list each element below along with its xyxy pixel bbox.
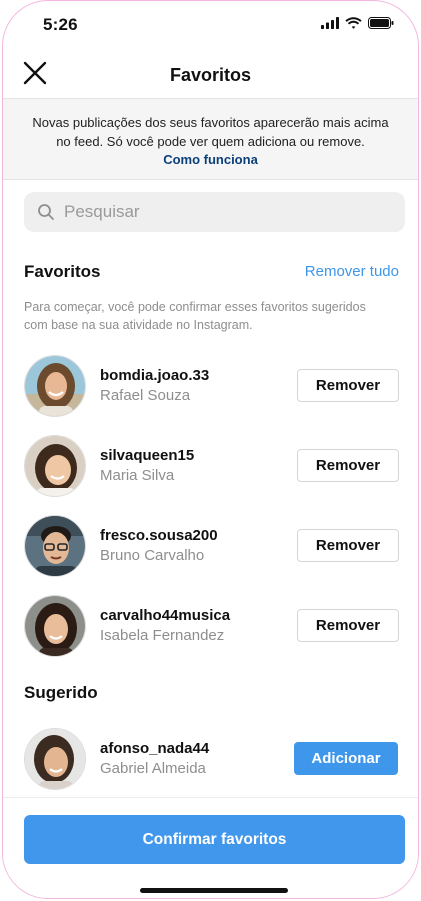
remove-button[interactable]: Remover [297, 369, 399, 402]
favorite-row[interactable]: carvalho44musica Isabela Fernandez Remov… [3, 595, 418, 659]
notice-text: Novas publicações dos seus favoritos apa… [32, 115, 389, 149]
avatar[interactable] [24, 355, 86, 417]
add-button[interactable]: Adicionar [294, 742, 398, 775]
username: fresco.sousa200 [100, 527, 218, 544]
avatar[interactable] [24, 595, 86, 657]
favorite-row[interactable]: bomdia.joao.33 Rafael Souza Remover [3, 355, 418, 419]
full-name: Rafael Souza [100, 387, 191, 404]
avatar[interactable] [24, 515, 86, 577]
status-bar: 5:26 [3, 1, 418, 45]
page-title: Favoritos [169, 65, 252, 85]
wifi-icon [345, 17, 362, 29]
how-it-works-link[interactable]: Como funciona [31, 152, 390, 167]
favorites-heading: Favoritos [24, 262, 101, 281]
status-icons [321, 17, 394, 29]
username: carvalho44musica [100, 607, 231, 624]
search-icon [38, 204, 54, 220]
full-name: Isabela Fernandez [100, 627, 225, 644]
suggested-heading: Sugerido [24, 683, 98, 702]
suggested-row[interactable]: afonso_nada44 Gabriel Almeida Adicionar [3, 728, 418, 792]
battery-icon [368, 17, 394, 29]
avatar[interactable] [24, 728, 86, 790]
full-name: Maria Silva [100, 467, 175, 484]
avatar[interactable] [24, 435, 86, 497]
info-notice: Novas publicações dos seus favoritos apa… [3, 98, 418, 180]
search-bar [24, 192, 405, 232]
header: Favoritos [3, 45, 418, 99]
full-name: Bruno Carvalho [100, 547, 205, 564]
signal-icon [321, 17, 339, 29]
username: afonso_nada44 [100, 740, 210, 757]
remove-all-button[interactable]: Remover tudo [305, 263, 399, 280]
footer: Confirmar favoritos [3, 797, 418, 898]
status-time: 5:26 [43, 15, 78, 34]
username: silvaqueen15 [100, 447, 195, 464]
full-name: Gabriel Almeida [100, 760, 206, 777]
username: bomdia.joao.33 [100, 367, 210, 384]
remove-button[interactable]: Remover [297, 449, 399, 482]
search-input[interactable] [64, 192, 394, 232]
phone-frame: 5:26 Favoritos Novas publicações dos seu… [2, 0, 419, 899]
remove-button[interactable]: Remover [297, 529, 399, 562]
favorite-row[interactable]: fresco.sousa200 Bruno Carvalho Remover [3, 515, 418, 579]
favorites-hint: Para começar, você pode confirmar esses … [24, 300, 366, 332]
remove-button[interactable]: Remover [297, 609, 399, 642]
favorite-row[interactable]: silvaqueen15 Maria Silva Remover [3, 435, 418, 499]
confirm-favorites-button[interactable]: Confirmar favoritos [24, 815, 405, 864]
home-indicator [140, 888, 288, 893]
